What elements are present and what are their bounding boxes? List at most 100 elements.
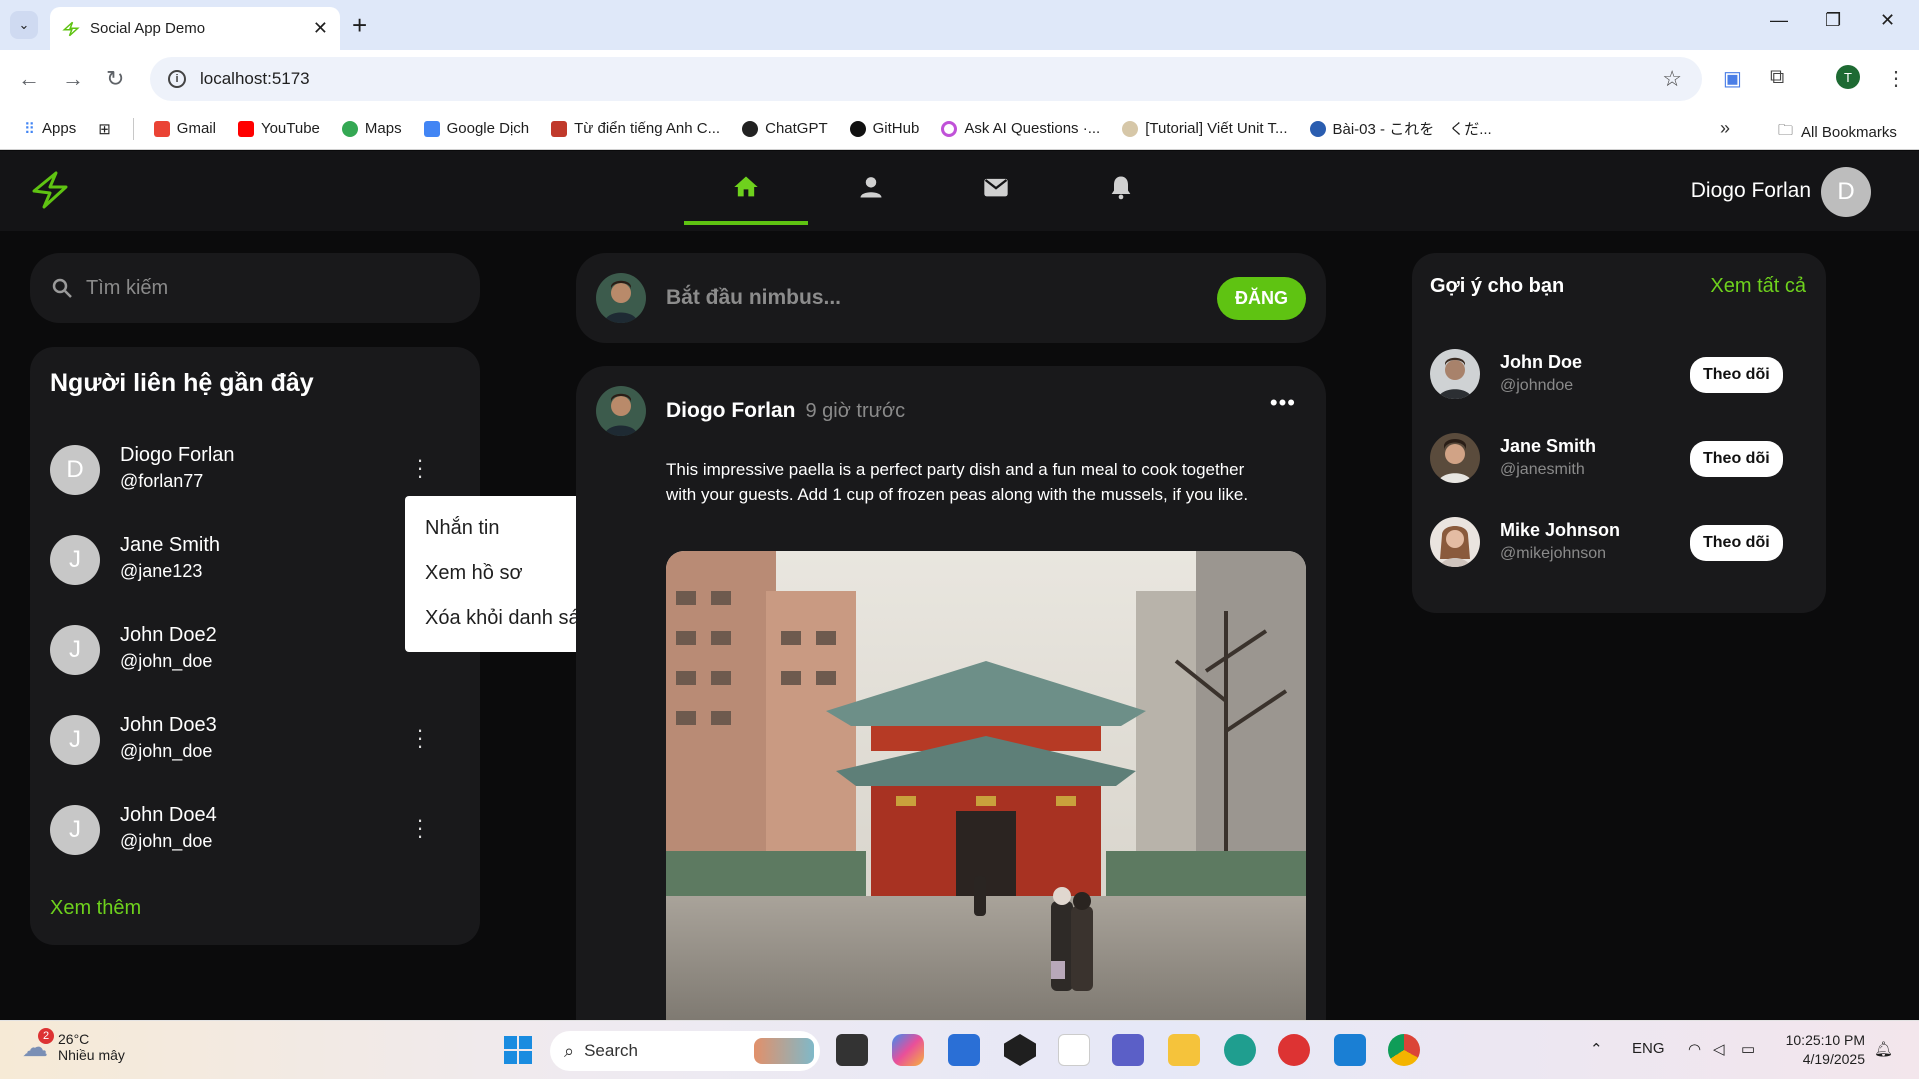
translate-icon[interactable]: ▣ [1723,66,1742,91]
suggestion-item: Mike Johnson @mikejohnson Theo dõi [1430,517,1810,573]
bookmark-ask-ai[interactable]: Ask AI Questions ·... [941,120,1100,137]
suggestions-panel: Gợi ý cho bạn Xem tất cả John Doe @johnd… [1412,253,1826,613]
extensions-icon[interactable]: ⧉ [1770,66,1784,89]
app-red-icon[interactable] [1278,1034,1310,1066]
close-window-icon[interactable]: ✕ [1880,10,1895,31]
nav-home[interactable] [684,173,808,225]
site-info-icon[interactable]: i [168,70,186,88]
person-icon [860,177,882,198]
minimize-icon[interactable]: — [1770,10,1788,31]
apps-grid-icon: ⠿ [24,120,35,138]
current-user-avatar[interactable]: D [1821,167,1871,217]
suggestion-avatar[interactable] [1430,517,1480,567]
suggestion-handle: @johndoe [1500,377,1574,394]
store-icon[interactable] [948,1034,980,1066]
task-view-icon[interactable] [836,1034,868,1066]
contact-item[interactable]: J Jane Smith @jane123 [50,532,460,588]
search-input[interactable]: Tìm kiếm [86,277,168,300]
contact-name: John Doe3 [120,714,217,736]
nav-messages[interactable] [934,173,1058,217]
bookmark-grid[interactable]: ⊞ [98,120,111,138]
logo-bolt-icon[interactable] [30,169,70,216]
recent-contacts-title: Người liên hệ gần đây [50,369,314,397]
vscode-icon[interactable] [1334,1034,1366,1066]
notification-bell-icon[interactable]: 🔔︎ [1874,1040,1893,1058]
dropbox-icon[interactable] [1004,1034,1036,1066]
all-bookmarks[interactable]: 🗀 All Bookmarks [1778,120,1897,145]
contact-item[interactable]: D Diogo Forlan @forlan77 · · · [50,442,460,498]
contact-item[interactable]: J John Doe4 @john_doe · · · [50,802,460,858]
contact-name: Diogo Forlan [120,444,235,466]
volume-icon[interactable]: ◁ [1713,1040,1725,1058]
new-tab-button[interactable]: + [352,10,367,40]
suggestion-handle: @janesmith [1500,461,1585,478]
post-author-avatar[interactable] [596,386,646,436]
bookmark-chatgpt[interactable]: ChatGPT [742,120,828,137]
suggestion-avatar[interactable] [1430,349,1480,399]
contact-item[interactable]: J John Doe3 @john_doe · · · [50,712,460,768]
bookmark-cambridge[interactable]: Từ điển tiếng Anh C... [551,120,720,137]
teams-icon[interactable] [1112,1034,1144,1066]
search-box[interactable]: Tìm kiếm [30,253,480,323]
windows-start-icon[interactable] [502,1034,534,1066]
wifi-icon[interactable]: ◠ [1688,1040,1701,1058]
close-tab-icon[interactable]: ✕ [313,18,328,39]
copilot-icon[interactable] [892,1034,924,1066]
file-explorer-icon[interactable] [1168,1034,1200,1066]
bookmark-maps[interactable]: Maps [341,120,402,137]
see-more-link[interactable]: Xem thêm [50,897,141,920]
edge-icon[interactable] [1224,1034,1256,1066]
contact-handle: @jane123 [120,561,203,581]
bookmark-tutorial[interactable]: [Tutorial] Viết Unit T... [1122,120,1288,137]
bookmark-gmail[interactable]: Gmail [153,120,216,137]
composer-input[interactable]: Bắt đầu nimbus... [666,286,1217,310]
post-button[interactable]: ĐĂNG [1217,276,1306,320]
restore-icon[interactable]: ❐ [1825,10,1841,31]
chrome-icon[interactable] [1388,1034,1420,1066]
follow-button[interactable]: Theo dõi [1690,441,1783,477]
bookmark-star-icon[interactable]: ☆ [1662,66,1682,92]
bookmark-bai03[interactable]: Bài-03 - これを くだ... [1309,118,1492,139]
system-clock[interactable]: 10:25:10 PM 4/19/2025 [1786,1031,1865,1069]
search-icon: ⌕ [564,1040,575,1061]
more-vertical-icon[interactable]: · · · [410,449,430,487]
language-indicator[interactable]: ENG [1632,1040,1665,1057]
post-author-name[interactable]: Diogo Forlan 9 giờ trước [666,399,905,423]
taskbar-search[interactable]: ⌕ Search [550,1031,820,1071]
bookmarks-bar: ⠿ Apps ⊞ Gmail YouTube Maps Google Dịch T… [0,108,1919,150]
nav-notifications[interactable] [1059,173,1183,217]
suggestion-name: Jane Smith [1500,436,1597,456]
bookmark-youtube[interactable]: YouTube [237,120,320,137]
weather-widget[interactable]: ☁ 2 26°C Nhiều mây [22,1027,125,1063]
app-header: Diogo Forlan D [0,151,1919,231]
japanese-icon [1309,120,1326,137]
tray-chevron-up-icon[interactable]: ⌃ [1590,1040,1603,1058]
omnibox[interactable]: i localhost:5173 ☆ [150,57,1702,101]
tab-search-button[interactable]: ⌄ [10,11,38,39]
see-all-link[interactable]: Xem tất cả [1710,275,1806,298]
contact-avatar: J [50,535,100,585]
browser-tab[interactable]: Social App Demo ✕ [50,7,340,50]
bookmark-apps[interactable]: ⠿ Apps [24,120,76,138]
browser-menu-icon[interactable]: ⋮ [1886,66,1906,91]
more-vertical-icon[interactable]: · · · [410,719,430,757]
bookmark-google-translate[interactable]: Google Dịch [423,120,529,137]
bookmark-github[interactable]: GitHub [849,120,919,137]
contact-item[interactable]: J John Doe2 @john_doe [50,622,460,678]
contact-handle: @forlan77 [120,471,204,491]
more-vertical-icon[interactable]: · · · [410,809,430,847]
current-user-name[interactable]: Diogo Forlan [1691,179,1811,203]
post-image[interactable] [666,551,1306,1026]
reload-icon[interactable]: ↻ [106,66,124,92]
profile-avatar[interactable]: T [1836,65,1860,89]
amazon-icon[interactable] [1058,1034,1090,1066]
forward-icon[interactable]: → [62,66,84,92]
post-more-icon[interactable]: ••• [1270,390,1296,416]
battery-icon[interactable]: ▭ [1741,1040,1755,1058]
back-icon[interactable]: ← [18,66,40,92]
follow-button[interactable]: Theo dõi [1690,525,1783,561]
nav-profile[interactable] [809,173,933,217]
follow-button[interactable]: Theo dõi [1690,357,1783,393]
suggestion-avatar[interactable] [1430,433,1480,483]
more-bookmarks-icon[interactable]: » [1720,118,1730,139]
